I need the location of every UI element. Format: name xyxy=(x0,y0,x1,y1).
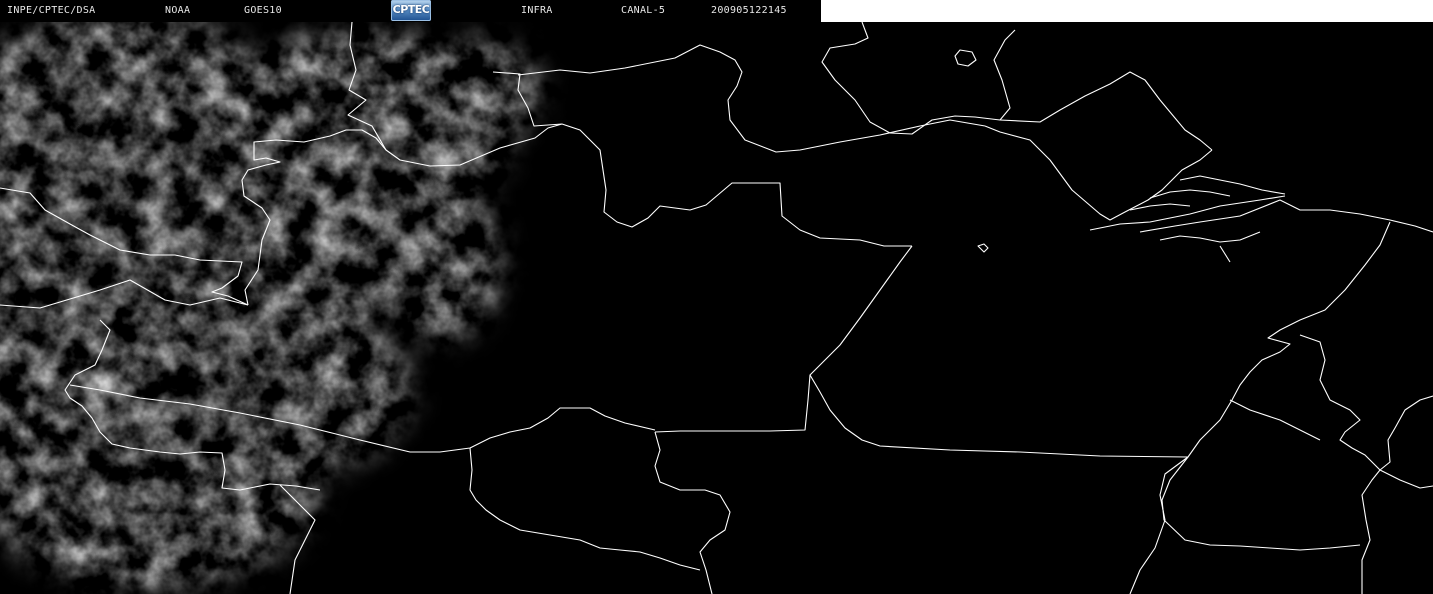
satellite-map[interactable] xyxy=(0,22,1433,594)
agency-label: NOAA xyxy=(165,5,191,16)
cptec-logo: CPTEC xyxy=(391,0,431,21)
satellite-label: GOES10 xyxy=(244,5,282,16)
channel-label: CANAL-5 xyxy=(621,5,666,16)
institution-label: INPE/CPTEC/DSA xyxy=(7,5,96,16)
datetime-label: 200905122145 xyxy=(711,5,787,16)
header-blank-area xyxy=(821,0,1433,22)
product-label: INFRA xyxy=(521,5,553,16)
map-canvas xyxy=(0,22,1433,594)
cloud-cover xyxy=(0,22,1433,594)
cptec-logo-text: CPTEC xyxy=(392,3,430,16)
satellite-image-viewer: INPE/CPTEC/DSA NOAA GOES10 CPTEC INFRA C… xyxy=(0,0,1433,594)
image-header-bar: INPE/CPTEC/DSA NOAA GOES10 CPTEC INFRA C… xyxy=(0,0,821,22)
